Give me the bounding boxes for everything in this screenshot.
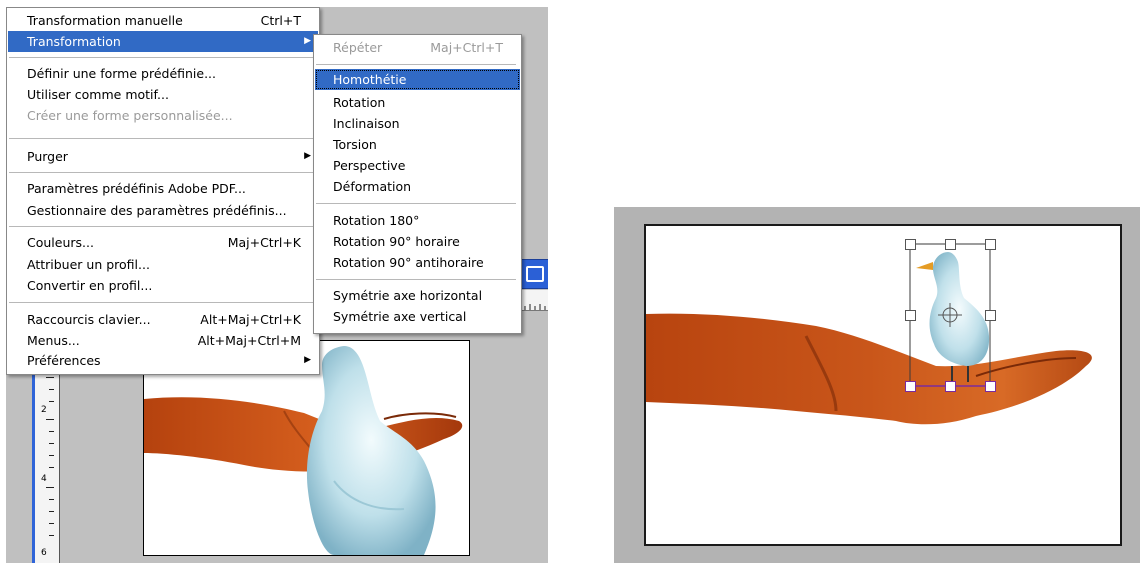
submenu-item-rotation-90-antihoraire[interactable]: Rotation 90° antihoraire: [315, 252, 520, 273]
menu-separator: [9, 138, 315, 139]
menu-item-transformation[interactable]: Transformation ▶: [8, 31, 318, 52]
menu-separator: [9, 172, 315, 173]
menu-item-transformation-manuelle[interactable]: Transformation manuelle Ctrl+T: [8, 10, 318, 31]
menu-item-couleurs[interactable]: Couleurs... Maj+Ctrl+K: [8, 232, 318, 253]
menu-item-label: Symétrie axe vertical: [333, 309, 467, 324]
menu-item-label: Symétrie axe horizontal: [333, 288, 483, 303]
menu-item-raccourcis-clavier[interactable]: Raccourcis clavier... Alt+Maj+Ctrl+K: [8, 309, 318, 330]
submenu-item-homothetie[interactable]: Homothétie: [315, 69, 520, 90]
submenu-arrow-icon: ▶: [304, 151, 311, 161]
menu-item-label: Torsion: [333, 137, 377, 152]
menu-separator: [9, 57, 315, 58]
edit-menu-dropdown: Transformation manuelle Ctrl+T Transform…: [6, 7, 320, 375]
vertical-ruler: 2 4 6: [32, 367, 60, 563]
submenu-item-symetrie-vertical[interactable]: Symétrie axe vertical: [315, 306, 520, 327]
window-restore-icon: [526, 266, 544, 282]
menu-item-label: Perspective: [333, 158, 406, 173]
menu-item-shortcut: Alt+Maj+Ctrl+M: [197, 333, 301, 348]
submenu-item-rotation-180[interactable]: Rotation 180°: [315, 210, 520, 231]
menu-item-label: Convertir en profil...: [27, 278, 153, 293]
menu-item-utiliser-motif[interactable]: Utiliser comme motif...: [8, 84, 318, 105]
submenu-item-rotation-90-horaire[interactable]: Rotation 90° horaire: [315, 231, 520, 252]
submenu-item-symetrie-horizontal[interactable]: Symétrie axe horizontal: [315, 285, 520, 306]
menu-item-label: Raccourcis clavier...: [27, 312, 151, 327]
menu-item-label: Rotation 90° horaire: [333, 234, 460, 249]
transform-handle[interactable]: [945, 239, 956, 250]
menu-item-label: Transformation: [27, 34, 121, 49]
document-canvas-right[interactable]: [644, 224, 1122, 546]
submenu-arrow-icon: ▶: [304, 355, 311, 365]
menu-separator: [9, 302, 315, 303]
menu-item-menus[interactable]: Menus... Alt+Maj+Ctrl+M: [8, 330, 318, 351]
ruler-mark: 4: [41, 474, 47, 484]
menu-item-label: Utiliser comme motif...: [27, 87, 169, 102]
menu-item-label: Couleurs...: [27, 235, 94, 250]
ruler-mark: 2: [41, 405, 47, 415]
menu-item-label: Gestionnaire des paramètres prédéfinis..…: [27, 203, 287, 218]
menu-item-label: Préférences: [27, 353, 101, 368]
photoshop-window-left: 2 4 6 Transformation manuelle Ctrl+T Tra…: [6, 7, 548, 563]
menu-item-attribuer-profil[interactable]: Attribuer un profil...: [8, 254, 318, 275]
transform-handle[interactable]: [905, 381, 916, 392]
transform-handle[interactable]: [905, 239, 916, 250]
submenu-arrow-icon: ▶: [304, 36, 311, 46]
menu-separator: [316, 279, 516, 280]
menu-item-label: Répéter: [333, 40, 383, 55]
menu-item-shortcut: Ctrl+T: [260, 13, 301, 28]
menu-separator: [9, 226, 315, 227]
transform-handle[interactable]: [985, 310, 996, 321]
menu-item-convertir-profil[interactable]: Convertir en profil...: [8, 275, 318, 296]
submenu-item-inclinaison[interactable]: Inclinaison: [315, 113, 520, 134]
menu-item-label: Rotation 180°: [333, 213, 420, 228]
transform-handle[interactable]: [985, 239, 996, 250]
submenu-item-repeter: Répéter Maj+Ctrl+T: [315, 37, 520, 58]
submenu-item-rotation[interactable]: Rotation: [315, 92, 520, 113]
menu-item-shortcut: Alt+Maj+Ctrl+K: [200, 312, 301, 327]
menu-item-label: Attribuer un profil...: [27, 257, 150, 272]
menu-item-definir-forme[interactable]: Définir une forme prédéfinie...: [8, 63, 318, 84]
photoshop-window-right: [614, 207, 1140, 563]
menu-item-creer-forme: Créer une forme personnalisée...: [8, 105, 318, 126]
menu-separator: [316, 203, 516, 204]
menu-item-label: Rotation 90° antihoraire: [333, 255, 484, 270]
transformation-submenu: Répéter Maj+Ctrl+T Homothétie Rotation I…: [313, 34, 522, 334]
menu-separator: [316, 64, 516, 65]
submenu-item-perspective[interactable]: Perspective: [315, 155, 520, 176]
menu-item-label: Paramètres prédéfinis Adobe PDF...: [27, 181, 246, 196]
menu-item-shortcut: Maj+Ctrl+T: [430, 40, 503, 55]
menu-item-shortcut: Maj+Ctrl+K: [227, 235, 301, 250]
hand-with-small-duck-image: [646, 243, 1092, 425]
menu-item-label: Inclinaison: [333, 116, 400, 131]
transform-handle[interactable]: [905, 310, 916, 321]
window-restore-button[interactable]: [518, 259, 548, 289]
menu-item-label: Déformation: [333, 179, 412, 194]
menu-item-parametres-pdf[interactable]: Paramètres prédéfinis Adobe PDF...: [8, 178, 318, 199]
menu-item-label: Homothétie: [333, 72, 407, 87]
menu-item-purger[interactable]: Purger ▶: [8, 146, 318, 167]
menu-item-label: Définir une forme prédéfinie...: [27, 66, 217, 81]
menu-item-label: Créer une forme personnalisée...: [27, 108, 233, 123]
menu-item-gestionnaire-parametres[interactable]: Gestionnaire des paramètres prédéfinis..…: [8, 200, 318, 221]
menu-item-label: Purger: [27, 149, 68, 164]
submenu-item-torsion[interactable]: Torsion: [315, 134, 520, 155]
menu-item-label: Transformation manuelle: [27, 13, 183, 28]
transform-handle[interactable]: [945, 381, 956, 392]
menu-item-preferences[interactable]: Préférences ▶: [8, 350, 318, 371]
transform-handle[interactable]: [985, 381, 996, 392]
submenu-item-deformation[interactable]: Déformation: [315, 176, 520, 197]
menu-item-label: Menus...: [27, 333, 80, 348]
menu-item-label: Rotation: [333, 95, 386, 110]
ruler-mark: 6: [41, 548, 47, 558]
